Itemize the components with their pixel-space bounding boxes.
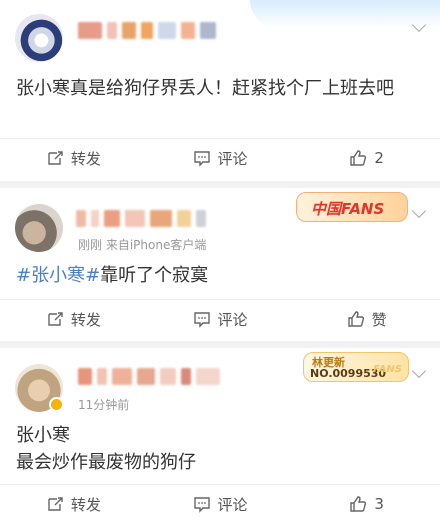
post-text-line: 张小寒 — [16, 425, 70, 446]
comment-button[interactable]: 评论 — [147, 485, 294, 523]
comment-label: 评论 — [217, 149, 248, 168]
thumbs-up-icon — [347, 311, 364, 327]
repost-label: 转发 — [70, 149, 101, 168]
comment-label: 评论 — [217, 310, 248, 329]
post-text-line: 最会炒作最废物的狗仔 — [16, 452, 196, 473]
action-bar: 转发 评论 2 — [0, 139, 440, 177]
post-text: 张小寒真是给狗仔界丢人！赶紧找个厂上班去吧 — [16, 78, 394, 99]
like-label: 赞 — [371, 310, 387, 329]
comment-icon — [193, 312, 210, 328]
comment-button[interactable]: 评论 — [147, 139, 294, 177]
username-blurred[interactable] — [76, 210, 206, 227]
repost-icon — [48, 497, 63, 511]
repost-icon — [48, 151, 63, 165]
like-count: 3 — [374, 495, 384, 513]
fans-badge[interactable]: 林更新 NO.0099530 FANS — [303, 352, 409, 382]
repost-label: 转发 — [70, 495, 101, 514]
comment-icon — [193, 497, 210, 513]
repost-button[interactable]: 转发 — [0, 139, 147, 177]
like-button[interactable]: 3 — [293, 485, 440, 523]
action-bar: 转发 评论 赞 — [0, 300, 440, 338]
post-meta: 11分钟前 — [78, 398, 130, 412]
action-bar: 转发 评论 3 — [0, 485, 440, 523]
repost-button[interactable]: 转发 — [0, 485, 147, 523]
comment-label: 评论 — [217, 495, 248, 514]
like-button[interactable]: 2 — [293, 139, 440, 177]
repost-label: 转发 — [70, 310, 101, 329]
comment-icon — [193, 151, 210, 167]
avatar[interactable] — [15, 14, 63, 62]
username-blurred[interactable] — [78, 368, 220, 385]
repost-button[interactable]: 转发 — [0, 300, 147, 338]
avatar[interactable] — [15, 204, 63, 252]
post-text: 张小寒 最会炒作最废物的狗仔 — [16, 422, 426, 476]
username-blurred[interactable] — [78, 22, 216, 39]
repost-icon — [48, 312, 63, 326]
thumbs-up-icon — [350, 496, 367, 512]
post-text: #张小寒#靠听了个寂寞 — [16, 262, 426, 289]
like-button[interactable]: 赞 — [293, 300, 440, 338]
post-text-body: 靠听了个寂寞 — [100, 265, 209, 286]
thumbs-up-icon — [350, 150, 367, 166]
verified-badge-icon — [49, 397, 64, 412]
fans-badge[interactable]: 中国FANS — [296, 192, 408, 222]
like-count: 2 — [374, 149, 384, 167]
topic-link[interactable]: #张小寒# — [16, 265, 100, 286]
post-meta: 刚刚 来自iPhone客户端 — [78, 238, 207, 252]
comment-button[interactable]: 评论 — [147, 300, 294, 338]
